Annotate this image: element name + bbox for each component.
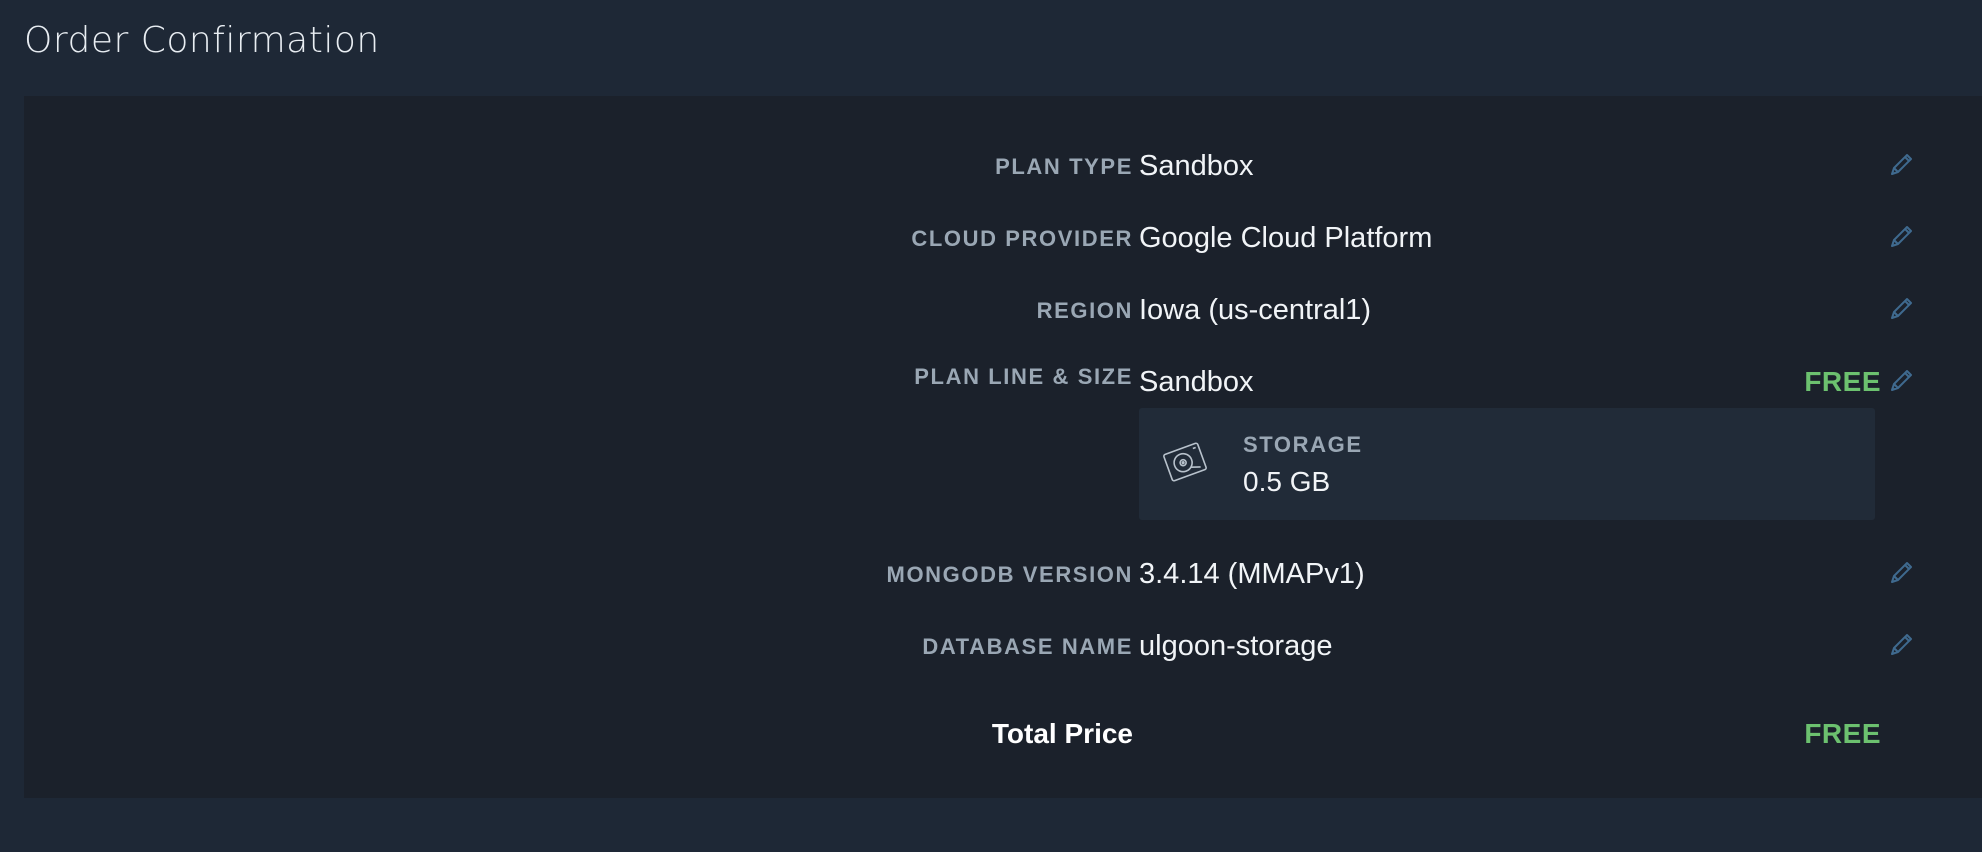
- edit-cloud-provider-pencil-icon[interactable]: [1886, 222, 1916, 252]
- database-name-value: ulgoon-storage: [1139, 630, 1333, 662]
- plan-line-size-value: Sandbox: [1139, 366, 1254, 398]
- edit-plan-line-size-pencil-icon[interactable]: [1886, 366, 1916, 396]
- row-total-price: Total Price FREE: [24, 708, 1982, 768]
- edit-mongodb-version-pencil-icon[interactable]: [1886, 558, 1916, 588]
- row-cloud-provider: CLOUD PROVIDER Google Cloud Platform: [24, 214, 1982, 274]
- row-database-name: DATABASE NAME ulgoon-storage: [24, 622, 1982, 682]
- edit-plan-type-pencil-icon[interactable]: [1886, 150, 1916, 180]
- cloud-provider-label: CLOUD PROVIDER: [911, 226, 1133, 251]
- edit-region-pencil-icon[interactable]: [1886, 294, 1916, 324]
- storage-info-box: STORAGE 0.5 GB: [1139, 408, 1875, 520]
- total-price-value: FREE: [1804, 718, 1881, 749]
- plan-type-label: PLAN TYPE: [995, 154, 1133, 179]
- total-price-label: Total Price: [991, 718, 1133, 749]
- cloud-provider-value: Google Cloud Platform: [1139, 222, 1433, 254]
- page-title: Order Confirmation: [24, 20, 380, 61]
- plan-type-value: Sandbox: [1139, 150, 1254, 182]
- region-label: REGION: [1036, 298, 1133, 323]
- plan-price-badge: FREE: [1804, 366, 1881, 397]
- order-summary-panel: PLAN TYPE Sandbox CLOUD PROVIDER Google …: [24, 96, 1982, 798]
- mongodb-version-value: 3.4.14 (MMAPv1): [1139, 558, 1365, 590]
- mongodb-version-label: MONGODB VERSION: [886, 562, 1133, 587]
- hard-drive-icon: [1161, 438, 1209, 486]
- row-region: REGION Iowa (us-central1): [24, 286, 1982, 346]
- row-mongodb-version: MONGODB VERSION 3.4.14 (MMAPv1): [24, 550, 1982, 610]
- storage-value: 0.5 GB: [1243, 466, 1331, 497]
- plan-line-size-label: PLAN LINE & SIZE: [914, 364, 1133, 389]
- storage-label: STORAGE: [1243, 432, 1363, 457]
- row-plan-type: PLAN TYPE Sandbox: [24, 142, 1982, 202]
- edit-database-name-pencil-icon[interactable]: [1886, 630, 1916, 660]
- database-name-label: DATABASE NAME: [922, 634, 1133, 659]
- region-value: Iowa (us-central1): [1139, 294, 1372, 326]
